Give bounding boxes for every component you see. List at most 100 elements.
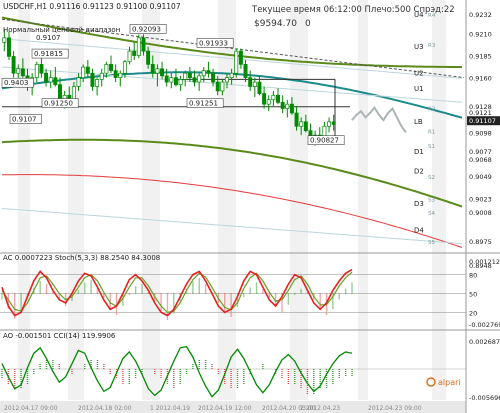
time-tick: 2012.04.23 09:00: [368, 405, 422, 412]
current-price-label: 0.91107: [469, 117, 496, 125]
candle-body: [183, 72, 188, 80]
pivot-label: S2: [428, 175, 435, 181]
candle-body: [262, 93, 267, 105]
candle-body: [99, 72, 104, 80]
candle-body: [20, 68, 25, 77]
chart-window: 0.9107 0.91815 0.92093 0.91933 0.9403 0.91250…: [0, 0, 500, 413]
candle-body: [192, 77, 197, 83]
symbol-ohlc-line: USDCHF,H1 0.91116 0.91123 0.91100 0.9110…: [3, 2, 181, 11]
candle-body: [109, 64, 113, 71]
candle-body: [6, 37, 11, 57]
oscillator-tick: 20: [469, 309, 477, 317]
time-tick: 2 2012.04.23: [300, 405, 340, 412]
channel-note: Нормальный ценовой диапазон: [3, 26, 120, 34]
candle-body: [266, 99, 271, 105]
candle-body: [34, 64, 39, 78]
candle-body: [271, 94, 276, 101]
candle-body: [160, 68, 165, 77]
time-tick: 1 2012.04.19: [150, 405, 190, 412]
candle-body: [81, 66, 86, 78]
candle-body: [252, 81, 257, 87]
chart-canvas[interactable]: 0.9107 0.91815 0.92093 0.91933 0.9403 0.91250…: [0, 0, 500, 413]
price-tick: 0.8975: [469, 238, 492, 246]
candle-body: [16, 68, 21, 74]
price-tick: 0.9077: [469, 148, 492, 156]
level-label: LB: [414, 118, 423, 126]
candle-body: [294, 112, 299, 127]
price-annotation: 0.9107: [12, 115, 37, 123]
price-tick: 0.9160: [469, 75, 492, 83]
candle-body: [285, 103, 290, 109]
balance: $9594.70: [254, 19, 297, 29]
candle-body: [90, 72, 95, 87]
pivot-label: R2: [428, 107, 435, 113]
candle-body: [229, 72, 234, 78]
channel-value: 0.9107: [36, 34, 61, 42]
level-label: U1: [414, 85, 424, 93]
candle-body: [187, 72, 192, 78]
price-annotation: 0.91933: [199, 39, 228, 47]
level-label: D4: [414, 227, 424, 235]
oscillator-tick: 50: [469, 291, 477, 299]
candle-body: [276, 94, 280, 103]
oscillator-title: AC 0.0007223 Stoch(5,3,3) 88.2540 84.300…: [3, 254, 160, 262]
candle-body: [2, 37, 7, 43]
level-label: D3: [414, 200, 424, 208]
candle-body: [215, 81, 220, 92]
pivot-label: S4: [428, 211, 435, 217]
level-label: D2: [414, 167, 424, 175]
candle-body: [238, 50, 243, 65]
ao-tick: -0.0056966: [469, 394, 500, 402]
pivot-label: S1: [428, 144, 435, 150]
session-band: [358, 0, 368, 400]
candle-body: [132, 50, 137, 56]
candle-body: [164, 75, 169, 83]
candle-body: [141, 37, 146, 52]
candle-body: [104, 64, 109, 74]
pivot-label: R1: [428, 130, 435, 136]
candle-body: [76, 77, 81, 87]
candle-body: [234, 50, 239, 74]
candle-body: [58, 84, 62, 101]
time-tick: 2012.04.18 02:00: [78, 405, 132, 412]
price-tick: 0.9232: [469, 11, 492, 19]
level-label: U3: [414, 43, 424, 51]
candle-body: [155, 68, 160, 74]
price-annotation: 0.91250: [44, 100, 73, 108]
candle-body: [299, 121, 304, 127]
pivot-label: S5: [428, 240, 435, 246]
candle-body: [44, 72, 49, 83]
ao-tick: 0.0026875: [469, 338, 500, 346]
server-time: Текущее время 06:12:00 Плечо:500 Спрэд:2…: [251, 5, 455, 15]
candle-body: [173, 77, 178, 86]
candle-body: [48, 77, 53, 83]
candle-body: [211, 72, 216, 83]
price-annotation: 0.92093: [132, 25, 161, 33]
candle-body: [201, 70, 206, 77]
price-tick: 0.9210: [469, 30, 492, 38]
price-tick: 0.9185: [469, 53, 492, 61]
price-tick: 0.9049: [469, 173, 492, 181]
candle-body: [122, 61, 127, 74]
pivot-label: S3: [428, 198, 435, 204]
session-band: [218, 0, 236, 400]
price-tick: 0.9023: [469, 196, 492, 204]
candle-body: [220, 81, 225, 92]
level-label: U2: [414, 69, 424, 77]
price-tick: 0.9068: [469, 156, 492, 164]
price-tick: 0.9121: [469, 109, 492, 117]
candle-body: [225, 77, 229, 83]
candle-body: [280, 102, 285, 109]
candle-body: [146, 50, 151, 65]
candle-body: [39, 64, 44, 74]
candle-body: [85, 66, 90, 74]
session-band: [18, 0, 30, 400]
oscillator-tick: 0.0012125: [469, 258, 500, 266]
price-annotation: 0.9403: [4, 79, 29, 87]
candle-body: [257, 81, 262, 94]
session-band: [68, 0, 84, 400]
candle-body: [289, 103, 294, 114]
candle-body: [248, 77, 253, 87]
candle-body: [206, 70, 211, 74]
price-annotation: 0.91815: [34, 50, 63, 58]
